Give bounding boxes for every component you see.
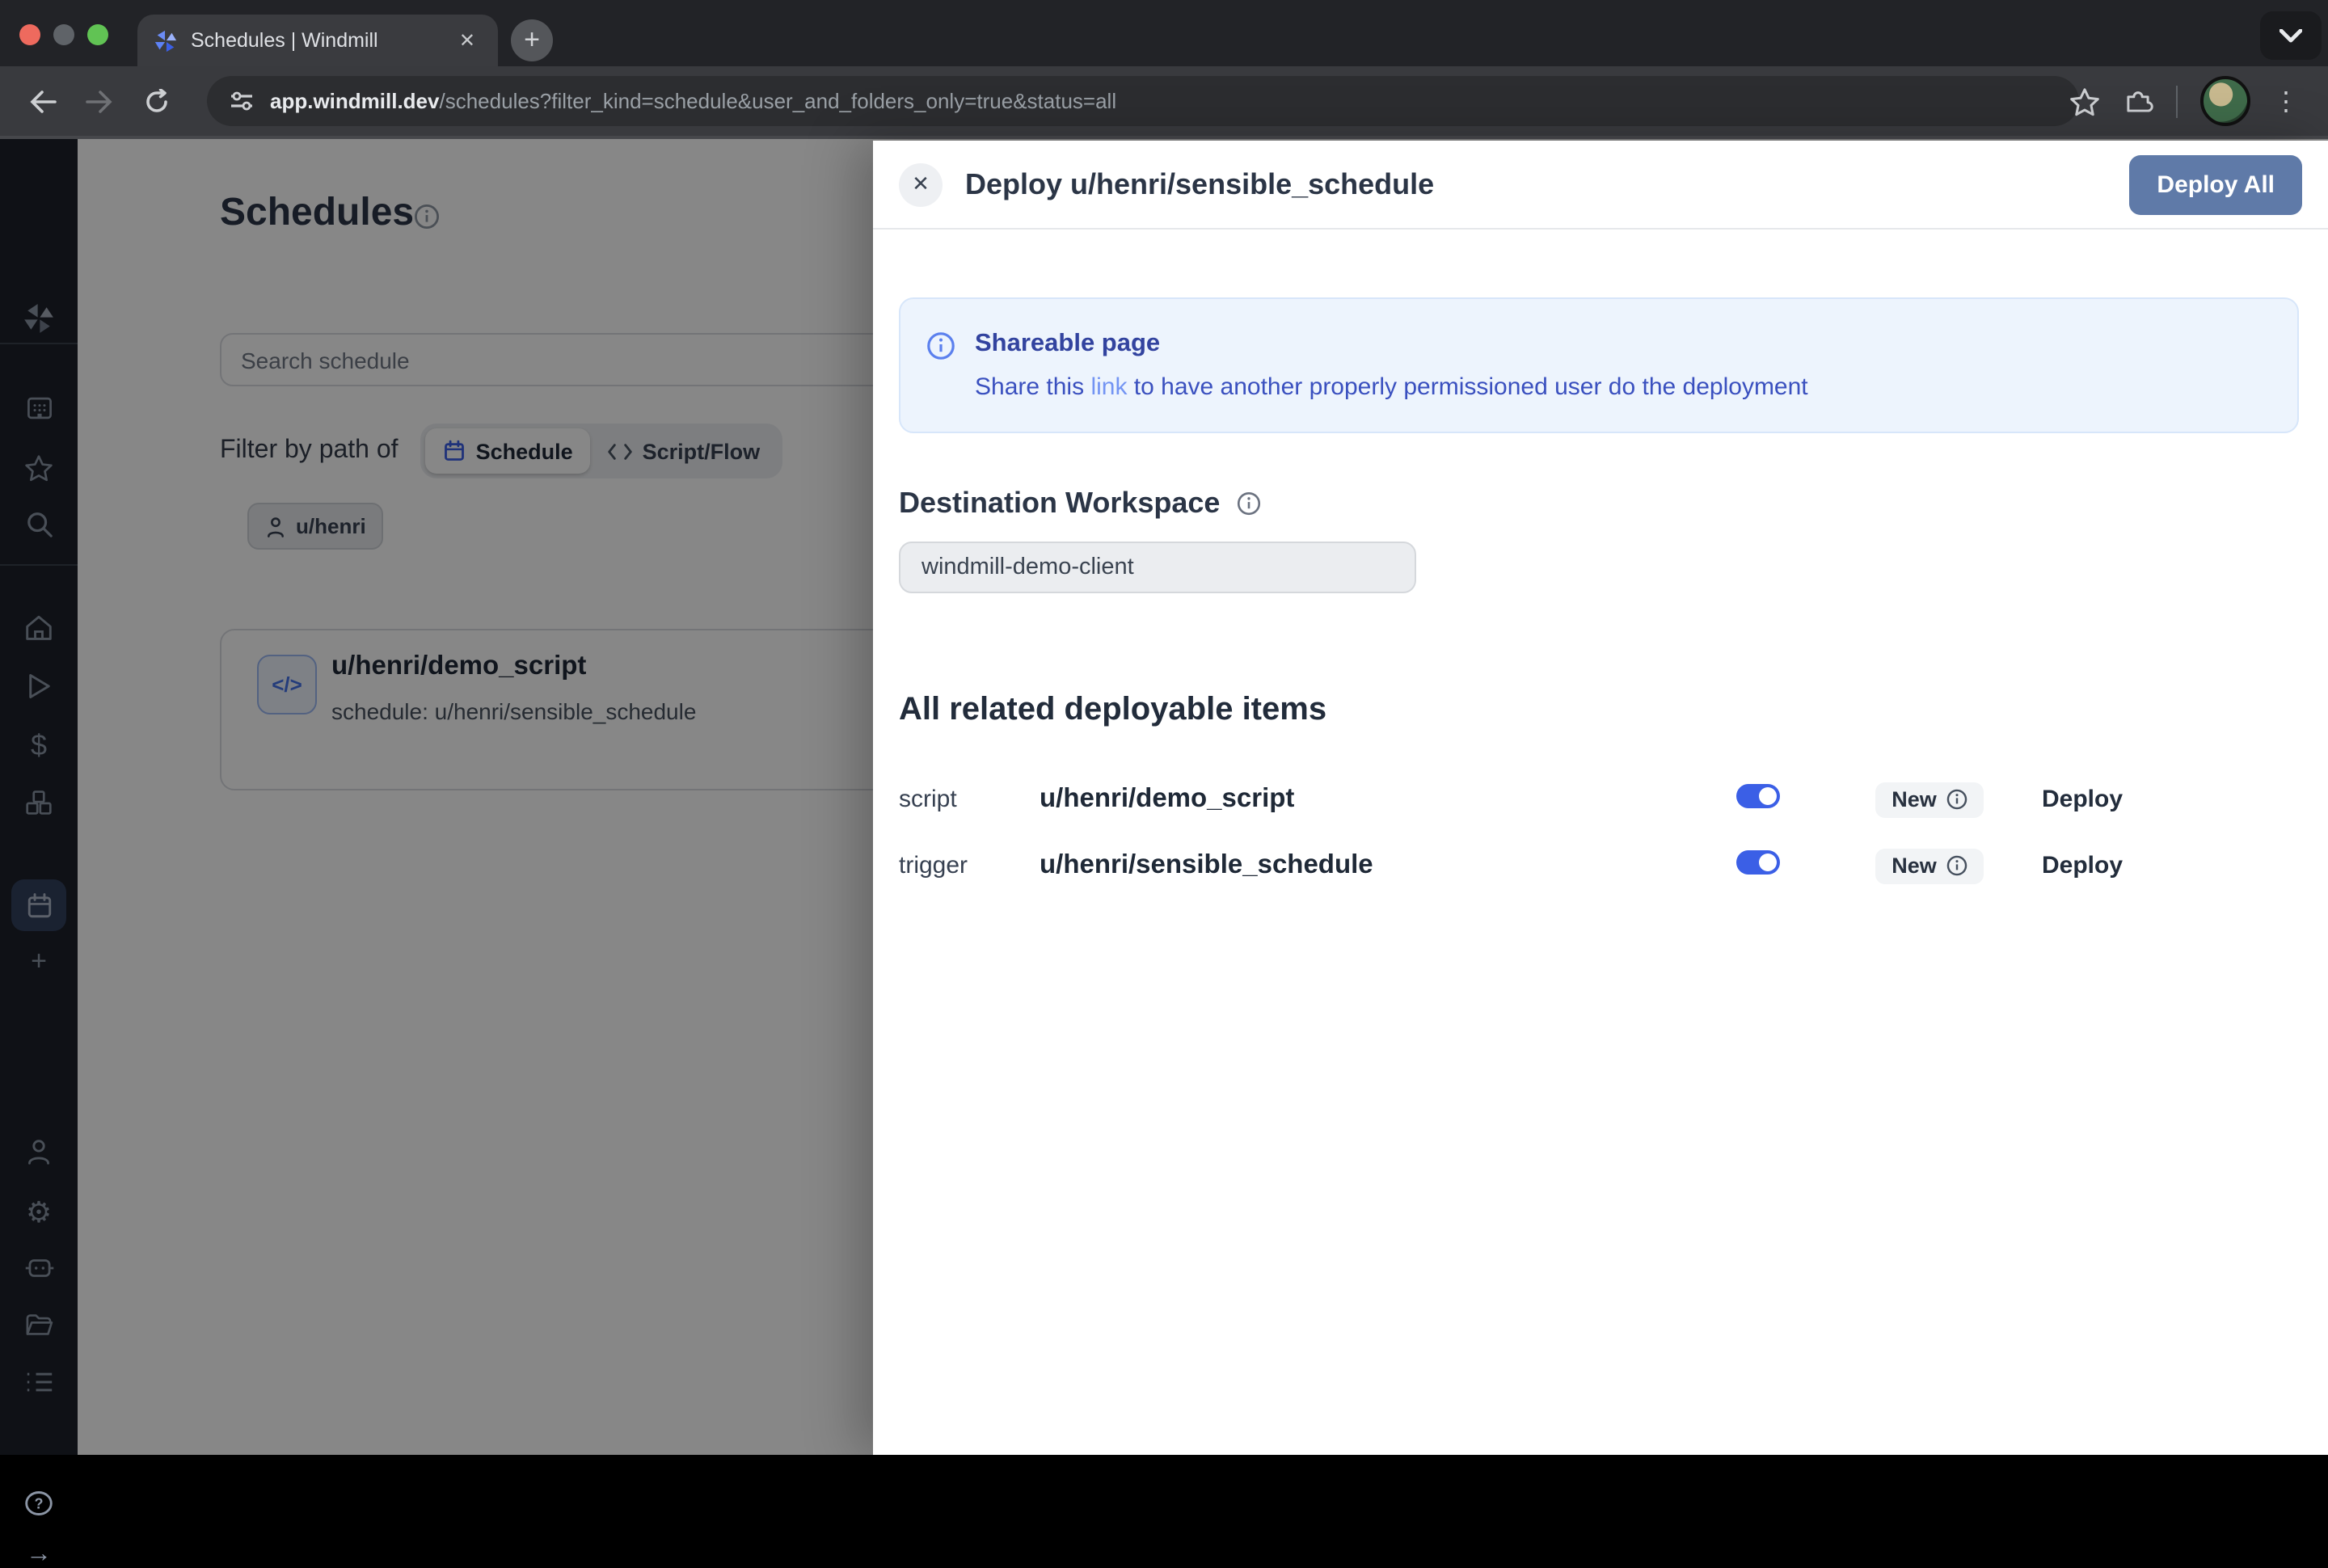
tab-title: Schedules | Windmill: [191, 29, 453, 52]
expand-sidebar-icon[interactable]: →: [0, 1542, 78, 1568]
close-window-button[interactable]: [19, 24, 40, 45]
toggle-knob: [1759, 786, 1777, 804]
info-icon: [1236, 491, 1260, 516]
chevron-down-icon: [2280, 28, 2302, 43]
info-icon: [926, 331, 955, 401]
window-controls: [19, 24, 108, 45]
browser-menu-icon[interactable]: ⋮: [2273, 85, 2299, 117]
banner-text-after: to have another properly permissioned us…: [1127, 373, 1807, 401]
new-tab-button[interactable]: +: [511, 19, 553, 61]
status-badge-label: New: [1892, 854, 1937, 878]
back-button[interactable]: [21, 81, 63, 123]
browser-tabstrip: Schedules | Windmill ✕ +: [0, 0, 2328, 66]
svg-text:?: ?: [35, 1495, 44, 1511]
banner-text: Share this link to have another properly…: [975, 373, 1808, 401]
profile-avatar[interactable]: [2200, 76, 2250, 126]
bookmark-star-icon[interactable]: [2069, 86, 2100, 116]
deploy-link[interactable]: Deploy: [2042, 786, 2123, 813]
browser-tab[interactable]: Schedules | Windmill ✕: [137, 15, 498, 66]
status-badge: New: [1875, 782, 1984, 817]
site-settings-icon[interactable]: [230, 91, 254, 112]
deployable-row: script u/henri/demo_script New Deploy: [899, 766, 2299, 832]
shareable-page-banner: Shareable page Share this link to have a…: [899, 297, 2299, 433]
url-text: app.windmill.dev/schedules?filter_kind=s…: [270, 89, 1116, 113]
deploy-all-button[interactable]: Deploy All: [2129, 154, 2302, 214]
deployable-row: trigger u/henri/sensible_schedule New De…: [899, 832, 2299, 899]
include-toggle[interactable]: [1736, 849, 1780, 874]
destination-workspace-input[interactable]: windmill-demo-client: [899, 542, 1416, 593]
url-bar[interactable]: app.windmill.dev/schedules?filter_kind=s…: [207, 76, 2079, 126]
minimize-window-button[interactable]: [53, 24, 74, 45]
windmill-favicon: [154, 28, 178, 53]
browser-toolbar: app.windmill.dev/schedules?filter_kind=s…: [0, 66, 2328, 136]
deploy-link[interactable]: Deploy: [2042, 852, 2123, 879]
deployable-rows: script u/henri/demo_script New Deploy tr…: [899, 766, 2299, 899]
item-kind-label: trigger: [899, 852, 1040, 879]
item-path: u/henri/demo_script: [1040, 784, 1736, 815]
reload-button[interactable]: [136, 81, 178, 123]
url-path: /schedules?filter_kind=schedule&user_and…: [440, 89, 1117, 113]
info-icon[interactable]: [1946, 855, 1967, 876]
status-badge: New: [1875, 848, 1984, 883]
destination-workspace-heading: Destination Workspace: [899, 487, 1220, 521]
share-link[interactable]: link: [1090, 373, 1127, 401]
extensions-icon[interactable]: [2123, 86, 2153, 116]
tab-close-icon[interactable]: ✕: [453, 26, 482, 55]
item-kind-label: script: [899, 786, 1040, 813]
drawer-header: ✕ Deploy u/henri/sensible_schedule Deplo…: [873, 141, 2328, 230]
close-drawer-button[interactable]: ✕: [899, 162, 943, 206]
deployable-items-heading: All related deployable items: [899, 692, 2299, 729]
toggle-knob: [1759, 853, 1777, 870]
toolbar-separator: [2176, 85, 2178, 117]
info-icon[interactable]: [1946, 789, 1967, 810]
banner-text-before: Share this: [975, 373, 1090, 401]
drawer-title: Deploy u/henri/sensible_schedule: [965, 167, 1434, 201]
item-path: u/henri/sensible_schedule: [1040, 850, 1736, 881]
status-badge-label: New: [1892, 787, 1937, 811]
banner-title: Shareable page: [975, 330, 1808, 359]
forward-button[interactable]: [78, 81, 120, 123]
url-host: app.windmill.dev: [270, 89, 440, 113]
help-icon[interactable]: ?: [0, 1489, 78, 1518]
screen: Schedules | Windmill ✕ + app.windmill.de…: [0, 0, 2328, 1455]
zoom-window-button[interactable]: [87, 24, 108, 45]
include-toggle[interactable]: [1736, 783, 1780, 807]
tab-search-button[interactable]: [2260, 11, 2322, 60]
deploy-drawer: ✕ Deploy u/henri/sensible_schedule Deplo…: [873, 141, 2328, 1455]
